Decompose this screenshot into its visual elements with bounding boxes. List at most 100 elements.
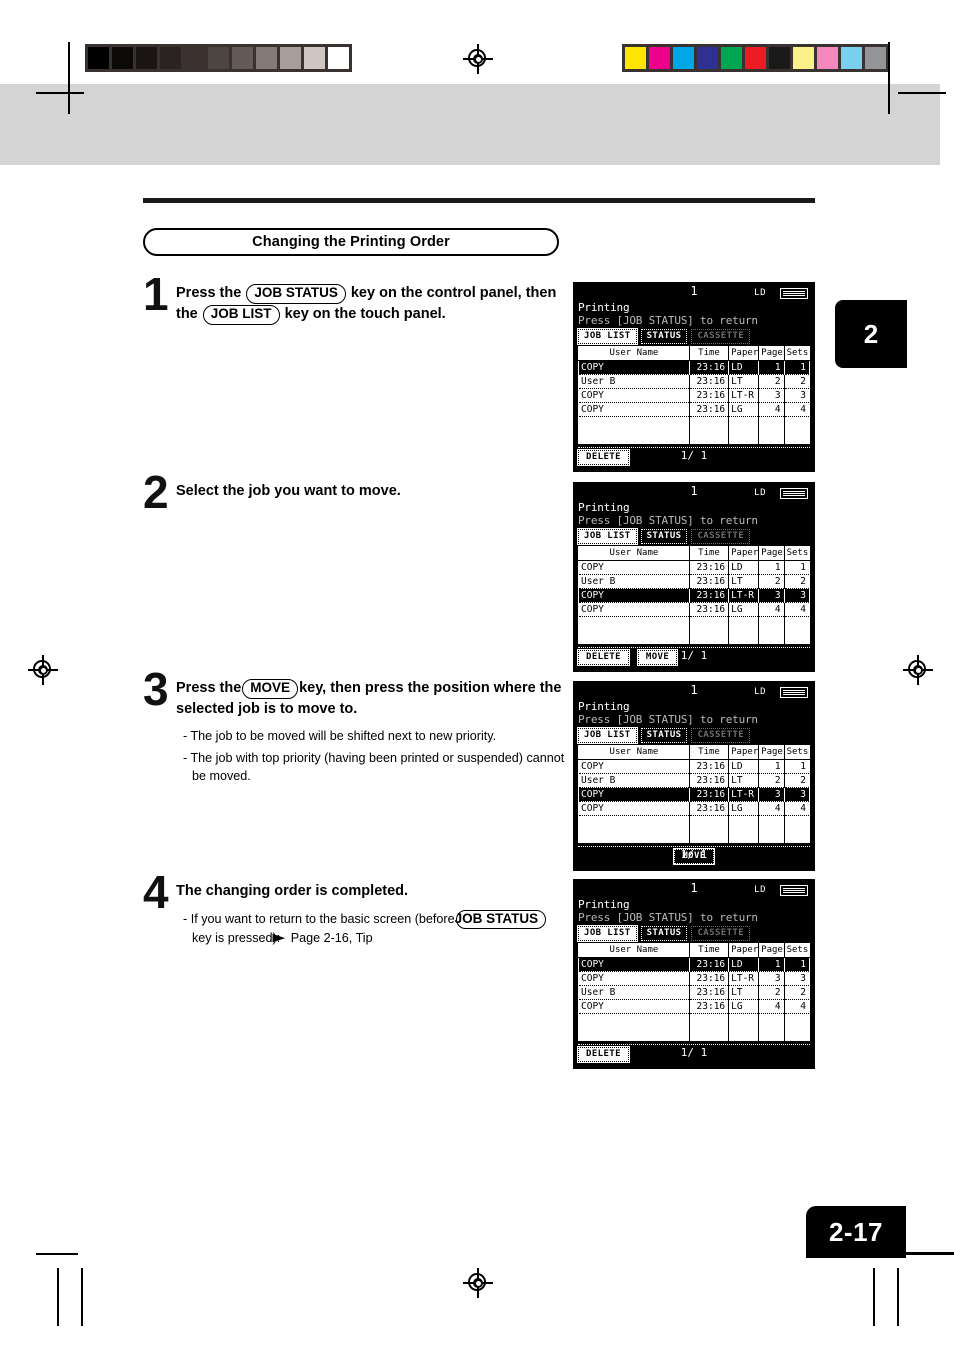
lcd-status-message: Printing	[578, 501, 630, 514]
column-header-user-name: User Name	[578, 745, 690, 760]
table-row-empty	[578, 1013, 810, 1027]
step-instruction: Press the MOVE key, then press the positio…	[176, 679, 562, 717]
lcd-tab-job-list[interactable]: JOB LIST	[577, 925, 638, 942]
step-instruction: The changing order is completed.	[176, 883, 409, 899]
lcd-footer: DELETE MOVE 1/ 1	[577, 647, 810, 666]
paper-tray-icon	[780, 885, 808, 896]
cell-time: 23:16	[689, 773, 730, 788]
column-header-paper: Paper	[728, 745, 760, 760]
lcd-return-hint: Press [JOB STATUS] to return	[578, 911, 758, 924]
cell-empty	[758, 1027, 785, 1041]
cell-sets: 3	[784, 588, 810, 603]
section-title-pill: Changing the Printing Order	[143, 228, 559, 256]
lcd-page-indicator: 1/ 1	[680, 848, 708, 861]
table-row[interactable]: COPY 23:16 LT-R 3 3	[578, 588, 810, 603]
cell-empty	[728, 616, 760, 630]
cell-empty	[689, 1027, 730, 1041]
cell-user-name: User B	[578, 374, 690, 389]
table-row[interactable]: COPY 23:16 LG 4 4	[578, 602, 810, 617]
table-row[interactable]: COPY 23:16 LD 1 1	[578, 560, 810, 575]
lcd-tab-job-list[interactable]: JOB LIST	[577, 328, 638, 345]
cell-paper: LG	[728, 402, 760, 417]
lcd-status-bar: 1 LD	[578, 683, 810, 700]
cell-paper: LT-R	[728, 787, 760, 802]
paper-size-indicator: LD	[754, 687, 766, 697]
lcd-tab-status[interactable]: STATUS	[640, 329, 688, 344]
table-row[interactable]: User B 23:16 LT 2 2	[578, 374, 810, 389]
cell-paper: LG	[728, 602, 760, 617]
lcd-tab-job-list[interactable]: JOB LIST	[577, 727, 638, 744]
table-row[interactable]: COPY 23:16 LD 1 1	[578, 759, 810, 774]
table-header-row: User NameTimePaperPagesSets	[578, 546, 810, 561]
cell-pages: 3	[758, 971, 785, 986]
cell-time: 23:16	[689, 759, 730, 774]
lcd-screen-step-4: 1 LD Printing Press [JOB STATUS] to return J…	[573, 879, 815, 1069]
cell-time: 23:16	[689, 574, 730, 589]
lcd-tab-status[interactable]: STATUS	[640, 529, 688, 544]
table-row[interactable]: COPY 23:16 LT-R 3 3	[578, 388, 810, 403]
lcd-status-message: Printing	[578, 898, 630, 911]
cell-user-name: COPY	[578, 957, 690, 972]
cell-paper: LT	[728, 773, 760, 788]
cell-time: 23:16	[689, 957, 730, 972]
table-row[interactable]: COPY 23:16 LD 1 1	[578, 360, 810, 375]
cell-empty	[784, 829, 809, 843]
cell-time: 23:16	[689, 588, 730, 603]
step-number: 4	[143, 866, 169, 918]
table-row-empty	[578, 616, 810, 630]
table-row-empty	[578, 815, 810, 829]
cell-time: 23:16	[689, 388, 730, 403]
cell-paper: LT	[728, 374, 760, 389]
cell-empty	[689, 829, 730, 843]
step-number: 1	[143, 268, 169, 320]
table-header-row: User NameTimePaperPagesSets	[578, 943, 810, 958]
page-number-rule	[890, 1252, 954, 1255]
table-row[interactable]: COPY 23:16 LG 4 4	[578, 402, 810, 417]
lcd-tab-job-list[interactable]: JOB LIST	[577, 528, 638, 545]
lcd-tab-status[interactable]: STATUS	[640, 926, 688, 941]
lcd-status-bar: 1 LD	[578, 881, 810, 898]
cell-pages: 1	[758, 360, 785, 375]
cell-pages: 4	[758, 999, 785, 1014]
table-row-empty	[578, 430, 810, 444]
step-number: 2	[143, 466, 169, 518]
table-header-row: User NameTimePaperPagesSets	[578, 745, 810, 760]
table-row[interactable]: COPY 23:16 LD 1 1	[578, 957, 810, 972]
lcd-tab-bar: JOB LIST STATUS CASSETTE	[577, 528, 810, 545]
lcd-tab-bar: JOB LIST STATUS CASSETTE	[577, 727, 810, 744]
cell-empty	[689, 815, 730, 829]
lcd-screen-step-2: 1 LD Printing Press [JOB STATUS] to return J…	[573, 482, 815, 672]
table-row[interactable]: COPY 23:16 LT-R 3 3	[578, 971, 810, 986]
table-row[interactable]: User B 23:16 LT 2 2	[578, 574, 810, 589]
copy-count: 1	[690, 683, 698, 697]
cell-user-name: COPY	[578, 560, 690, 575]
step-1: 1 Press the JOB STATUS key on the control…	[143, 271, 573, 325]
table-row[interactable]: User B 23:16 LT 2 2	[578, 773, 810, 788]
paper-size-indicator: LD	[754, 488, 766, 498]
cell-empty	[578, 815, 690, 829]
step-3: 3 Press the MOVE key, then press the positi…	[143, 666, 573, 788]
step-note: - The job to be moved will be shifted ne…	[183, 729, 497, 744]
cell-pages: 4	[758, 801, 785, 816]
paper-size-indicator: LD	[754, 288, 766, 298]
table-row[interactable]: User B 23:16 LT 2 2	[578, 985, 810, 1000]
cell-paper: LT-R	[728, 388, 760, 403]
step-4: 4 The changing order is completed. - If yo…	[143, 869, 573, 951]
column-header-paper: Paper	[728, 943, 760, 958]
cell-paper: LD	[728, 560, 760, 575]
table-row[interactable]: COPY 23:16 LG 4 4	[578, 999, 810, 1014]
cell-empty	[784, 430, 809, 444]
table-row[interactable]: COPY 23:16 LG 4 4	[578, 801, 810, 816]
step-note: - The job with top priority (having been…	[183, 750, 565, 783]
lcd-footer: DELETE 1/ 1	[577, 1044, 810, 1063]
table-row[interactable]: COPY 23:16 LT-R 3 3	[578, 787, 810, 802]
step-notes: - If you want to return to the basic scr…	[183, 909, 573, 948]
lcd-tab-cassette: CASSETTE	[691, 329, 751, 344]
cell-time: 23:16	[689, 999, 730, 1014]
cell-empty	[689, 630, 730, 644]
cell-empty	[784, 1027, 809, 1041]
lcd-page-indicator: 1/ 1	[680, 1046, 708, 1059]
lcd-inner: 1 LD Printing Press [JOB STATUS] to return J…	[574, 483, 814, 671]
cell-empty	[758, 829, 785, 843]
lcd-tab-status[interactable]: STATUS	[640, 728, 688, 743]
